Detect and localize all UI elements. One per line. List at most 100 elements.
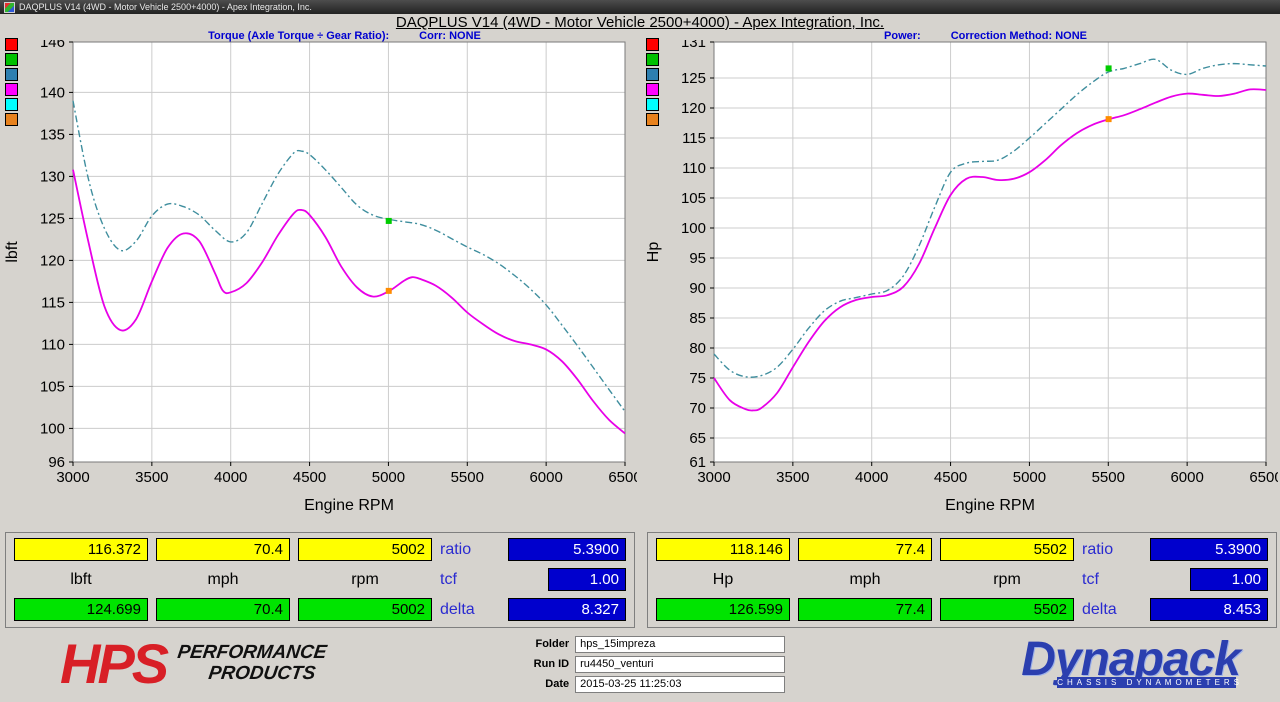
svg-text:lbft: lbft [4,241,21,263]
svg-text:105: 105 [40,378,65,395]
svg-text:4500: 4500 [293,469,326,486]
svg-text:6000: 6000 [1170,469,1203,486]
hps-performance-text: PERFORMANCE [176,643,328,664]
torque-correction-label: Corr: NONE [419,30,481,42]
torque-chart[interactable]: 3000350040004500500055006000650096100105… [3,40,637,518]
svg-text:130: 130 [40,168,65,185]
legend-color-swatch[interactable] [5,53,18,66]
svg-text:Hp: Hp [645,242,662,263]
app-window: DAQPLUS V14 (4WD - Motor Vehicle 2500+40… [0,0,1280,694]
svg-text:3500: 3500 [135,469,168,486]
dynapack-logo: Dynapack CHASSIS DYNAMOMETERS [1021,638,1240,689]
power-chart-panel: Power: Correction Method: NONE 3000 3500 4… [643,30,1278,528]
speed-reference-value: 77.4 [798,598,932,621]
svg-text:5000: 5000 [1013,469,1046,486]
folder-label: Folder [521,638,569,650]
svg-text:80: 80 [689,340,706,357]
legend-color-swatch[interactable] [5,113,18,126]
legend-color-swatch[interactable] [646,113,659,126]
svg-text:95: 95 [689,250,706,267]
svg-text:3000: 3000 [697,469,730,486]
torque-unit-label: lbft [14,568,148,591]
ratio-label: ratio [440,538,500,561]
rpm-reference-value: 5002 [298,598,432,621]
dynapack-logo-text: Dynapack [1021,638,1240,681]
svg-text:61: 61 [689,454,706,471]
legend-color-swatch[interactable] [646,68,659,81]
speed-unit-label: mph [156,568,290,591]
svg-text:4000: 4000 [214,469,247,486]
svg-text:4000: 4000 [855,469,888,486]
charts-area: Torque (Axle Torque ÷ Gear Ratio): Corr:… [2,30,1278,528]
legend-swatches [5,38,18,126]
legend-color-swatch[interactable] [5,83,18,96]
run-id-label: Run ID [521,658,569,670]
power-correction-label: Correction Method: NONE [951,30,1087,42]
svg-text:3500: 3500 [776,469,809,486]
tcf-value: 1.00 [548,568,626,591]
ratio-label: ratio [1082,538,1142,561]
svg-text:6000: 6000 [529,469,562,486]
speed-current-value: 77.4 [798,538,932,561]
legend-color-swatch[interactable] [5,38,18,51]
legend-color-swatch[interactable] [5,98,18,111]
svg-text:100: 100 [681,220,706,237]
folder-row: Folder hps_15impreza [521,636,785,653]
power-readout-panel: 118.146 77.4 5502 ratio 5.3900 Hp mph rp… [647,532,1277,628]
legend-swatches [646,38,659,126]
svg-text:65: 65 [689,430,706,447]
torque-current-value: 116.372 [14,538,148,561]
power-reference-value: 126.599 [656,598,790,621]
speed-current-value: 70.4 [156,538,290,561]
svg-text:6500: 6500 [1249,469,1278,486]
legend-color-swatch[interactable] [646,53,659,66]
legend-color-swatch[interactable] [646,83,659,96]
svg-text:110: 110 [682,160,706,177]
rpm-current-value: 5002 [298,538,432,561]
date-field[interactable]: 2015-03-25 11:25:03 [575,676,785,693]
torque-chart-header: Torque (Axle Torque ÷ Gear Ratio): Corr:… [62,30,627,42]
run-info-form: Folder hps_15impreza Run ID ru4450_ventu… [521,636,785,693]
torque-readout-panel: 116.372 70.4 5002 ratio 5.3900 lbft mph … [5,532,635,628]
svg-text:140: 140 [40,84,65,101]
svg-text:5500: 5500 [451,469,484,486]
folder-field[interactable]: hps_15impreza [575,636,785,653]
run-id-row: Run ID ru4450_venturi [521,656,785,673]
svg-text:5500: 5500 [1092,469,1125,486]
speed-reference-value: 70.4 [156,598,290,621]
window-titlebar[interactable]: DAQPLUS V14 (4WD - Motor Vehicle 2500+40… [0,0,1280,14]
tcf-value: 1.00 [1190,568,1268,591]
svg-text:120: 120 [681,100,706,117]
svg-text:110: 110 [41,336,65,353]
svg-text:125: 125 [681,70,706,87]
rpm-current-value: 5502 [940,538,1074,561]
power-header-label: Power: [884,30,921,42]
power-chart[interactable]: 3000350040004500500055006000650061657075… [644,40,1278,518]
legend-color-swatch[interactable] [646,98,659,111]
date-row: Date 2015-03-25 11:25:03 [521,676,785,693]
power-chart-header: Power: Correction Method: NONE [703,30,1268,42]
svg-text:6500: 6500 [608,469,637,486]
power-unit-label: Hp [656,568,790,591]
svg-text:115: 115 [41,294,65,311]
rpm-reference-value: 5502 [940,598,1074,621]
torque-header-label: Torque (Axle Torque ÷ Gear Ratio): [208,30,389,42]
delta-label: delta [440,598,500,621]
delta-value: 8.327 [508,598,626,621]
svg-text:75: 75 [689,370,706,387]
footer: HPS PERFORMANCE PRODUCTS Folder hps_15im… [0,628,1280,694]
delta-label: delta [1082,598,1142,621]
legend-color-swatch[interactable] [5,68,18,81]
run-id-field[interactable]: ru4450_venturi [575,656,785,673]
legend-color-swatch[interactable] [646,38,659,51]
svg-text:105: 105 [681,190,706,207]
page-title: DAQPLUS V14 (4WD - Motor Vehicle 2500+40… [0,14,1280,30]
speed-unit-label: mph [798,568,932,591]
torque-chart-panel: Torque (Axle Torque ÷ Gear Ratio): Corr:… [2,30,637,528]
svg-text:Engine RPM: Engine RPM [304,497,394,514]
hps-logo: HPS PERFORMANCE PRODUCTS [60,640,325,688]
svg-text:90: 90 [689,280,706,297]
svg-text:135: 135 [40,126,65,143]
window-title: DAQPLUS V14 (4WD - Motor Vehicle 2500+40… [19,2,312,12]
svg-text:5000: 5000 [372,469,405,486]
